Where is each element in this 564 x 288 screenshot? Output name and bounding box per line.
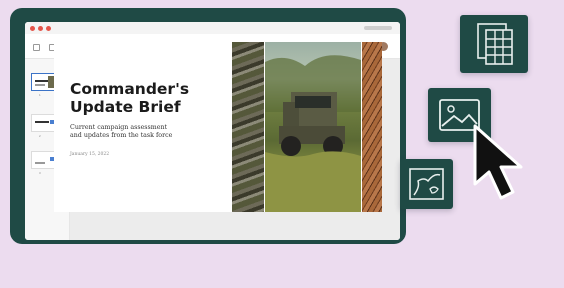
cracked-earth-photo[interactable] — [362, 42, 382, 212]
minimize-window-button[interactable] — [38, 26, 43, 31]
mouse-pointer-icon — [473, 124, 523, 200]
slide-subtitle-line: Current campaign assessment — [70, 124, 168, 131]
spreadsheet-icon — [477, 23, 513, 65]
thumb-title-line — [35, 80, 49, 82]
thumb-subtitle-line — [35, 162, 45, 164]
title-bar — [25, 22, 400, 34]
truck-photo[interactable] — [265, 42, 361, 212]
spreadsheet-tile[interactable] — [460, 15, 528, 73]
slide-subtitle-line: and updates from the task force — [70, 132, 173, 139]
military-truck-image — [265, 55, 361, 212]
active-slide[interactable]: Commander's Update Brief Current campaig… — [54, 42, 382, 212]
slide-subtitle[interactable]: Current campaign assessment and updates … — [70, 124, 210, 140]
slide-date[interactable]: January 15, 2022 — [70, 152, 109, 157]
menu-icon[interactable] — [33, 44, 40, 51]
slide-number: 1 — [39, 93, 41, 97]
slide-title[interactable]: Commander's Update Brief — [70, 80, 220, 116]
slide-number: 3 — [39, 171, 41, 175]
maximize-window-button[interactable] — [46, 26, 51, 31]
map-icon — [409, 168, 444, 200]
rubble-photo[interactable] — [232, 42, 264, 212]
slide-title-line: Commander's — [70, 80, 190, 98]
thumb-subtitle-line — [35, 84, 45, 86]
map-tile[interactable] — [400, 159, 453, 209]
window-menu-pill[interactable] — [364, 26, 392, 30]
slide-title-line: Update Brief — [70, 98, 181, 116]
slide-number: 2 — [39, 134, 41, 138]
thumb-title-line — [35, 121, 49, 123]
close-window-button[interactable] — [30, 26, 35, 31]
